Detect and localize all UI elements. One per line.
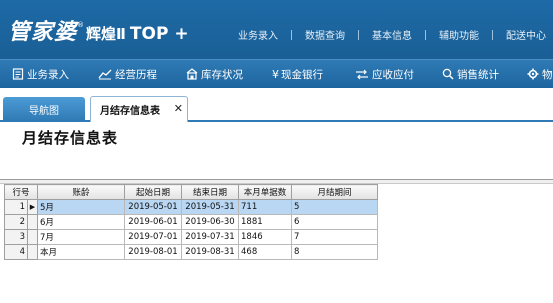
toolbar-receivable-payable[interactable]: 应收应付: [355, 60, 414, 88]
toolbar-business-entry[interactable]: 业务录入: [12, 60, 69, 88]
cell-start-date[interactable]: 2019-07-01: [124, 229, 182, 245]
row-marker: [27, 229, 38, 245]
row-marker: [27, 244, 38, 260]
cell-start-date[interactable]: 2019-08-01: [124, 244, 182, 260]
top-menu-business-entry[interactable]: 业务录入: [238, 27, 278, 42]
cell-age[interactable]: 7月: [37, 229, 125, 245]
cell-period[interactable]: 8: [291, 244, 378, 260]
cell-doc-count[interactable]: 1881: [238, 214, 292, 230]
cell-doc-count[interactable]: 468: [238, 244, 292, 260]
close-icon[interactable]: ✕: [174, 103, 183, 115]
toolbar-label: 库存状况: [201, 68, 243, 81]
column-header-doc-count[interactable]: 本月单据数: [238, 184, 292, 200]
toolbar-inventory-status[interactable]: 库存状况: [186, 60, 243, 88]
column-header-period[interactable]: 月结期间: [291, 184, 378, 200]
cell-doc-count[interactable]: 711: [238, 199, 292, 215]
toolbar-sales-statistics[interactable]: 销售统计: [442, 60, 499, 88]
table-row[interactable]: 2 6月 2019-06-01 2019-06-30 1881 6: [4, 214, 378, 230]
table-row[interactable]: 1 ▶ 5月 2019-05-01 2019-05-31 711 5: [4, 199, 378, 215]
document-list-icon: [12, 68, 24, 80]
current-row-marker-icon: ▶: [27, 199, 38, 215]
toolbar-label: 应收应付: [372, 68, 414, 81]
toolbar-label: 经营历程: [115, 68, 157, 81]
toolbar-cash-bank[interactable]: ¥ 现金银行: [272, 60, 323, 88]
search-icon: [442, 68, 454, 80]
table-row[interactable]: 4 本月 2019-08-01 2019-08-31 468 8: [4, 244, 378, 260]
top-menu-divider: [492, 29, 493, 40]
top-menu-divider: [358, 29, 359, 40]
row-number: 2: [4, 214, 28, 230]
column-header-end-date[interactable]: 结束日期: [181, 184, 239, 200]
brand-name: 管家婆: [8, 20, 78, 45]
tab-label: 导航图: [29, 105, 59, 117]
cell-age[interactable]: 6月: [37, 214, 125, 230]
yen-icon: ¥: [272, 67, 279, 81]
monthly-balance-grid: 行号 账龄 起始日期 结束日期 本月单据数 月结期间 1 ▶ 5月 2019-0…: [4, 184, 378, 260]
top-menu-distribution-center[interactable]: 配送中心: [506, 27, 546, 42]
app-banner: 管家婆 ® 辉煌Ⅱ TOP + 业务录入 数据查询 基本信息 辅助功能 配送中心: [0, 0, 553, 59]
row-marker: [27, 214, 38, 230]
cell-age[interactable]: 5月: [37, 199, 125, 215]
row-number: 3: [4, 229, 28, 245]
toolbar-business-history[interactable]: 经营历程: [98, 60, 157, 88]
page-title: 月结存信息表: [22, 129, 119, 147]
toolbar-label: 物: [542, 68, 553, 81]
cell-end-date[interactable]: 2019-08-31: [181, 244, 239, 260]
cell-doc-count[interactable]: 1846: [238, 229, 292, 245]
row-number: 1: [4, 199, 28, 215]
toolbar-label: 销售统计: [457, 68, 499, 81]
gear-icon: [527, 68, 539, 80]
column-header-row-number[interactable]: 行号: [4, 184, 38, 200]
cell-end-date[interactable]: 2019-07-31: [181, 229, 239, 245]
warehouse-icon: [186, 68, 198, 80]
row-number: 4: [4, 244, 28, 260]
toolbar-logistics[interactable]: 物: [527, 60, 553, 88]
cell-period[interactable]: 7: [291, 229, 378, 245]
app-logo: 管家婆 ® 辉煌Ⅱ TOP +: [8, 14, 189, 45]
brand-top: TOP +: [129, 24, 189, 44]
toolbar-label: 业务录入: [27, 68, 69, 81]
brand-registered-mark: ®: [77, 21, 85, 29]
cell-end-date[interactable]: 2019-05-31: [181, 199, 239, 215]
top-menu-data-query[interactable]: 数据查询: [305, 27, 345, 42]
column-header-age[interactable]: 账龄: [37, 184, 125, 200]
top-menu-auxiliary[interactable]: 辅助功能: [439, 27, 479, 42]
column-header-start-date[interactable]: 起始日期: [124, 184, 182, 200]
toolbar-label: 现金银行: [281, 68, 323, 81]
top-menu-basic-info[interactable]: 基本信息: [372, 27, 412, 42]
tab-monthly-balance[interactable]: 月结存信息表 ✕: [90, 96, 188, 122]
cell-start-date[interactable]: 2019-05-01: [124, 199, 182, 215]
top-menu: 业务录入 数据查询 基本信息 辅助功能 配送中心: [238, 27, 546, 42]
cell-start-date[interactable]: 2019-06-01: [124, 214, 182, 230]
tab-navigation-map[interactable]: 导航图: [3, 97, 85, 121]
tab-label: 月结存信息表: [100, 106, 160, 117]
top-menu-divider: [425, 29, 426, 40]
exchange-arrows-icon: [356, 69, 368, 80]
grid-header-row: 行号 账龄 起始日期 结束日期 本月单据数 月结期间: [4, 184, 378, 200]
trend-chart-icon: [98, 69, 112, 80]
brand-edition: 辉煌Ⅱ: [86, 25, 126, 43]
cell-end-date[interactable]: 2019-06-30: [181, 214, 239, 230]
main-toolbar: 业务录入 经营历程 库存状况 ¥ 现金银行 应收应付 销售统计 物: [0, 59, 553, 88]
cell-age[interactable]: 本月: [37, 244, 125, 260]
table-row[interactable]: 3 7月 2019-07-01 2019-07-31 1846 7: [4, 229, 378, 245]
cell-period[interactable]: 6: [291, 214, 378, 230]
top-menu-divider: [291, 29, 292, 40]
cell-period[interactable]: 5: [291, 199, 378, 215]
